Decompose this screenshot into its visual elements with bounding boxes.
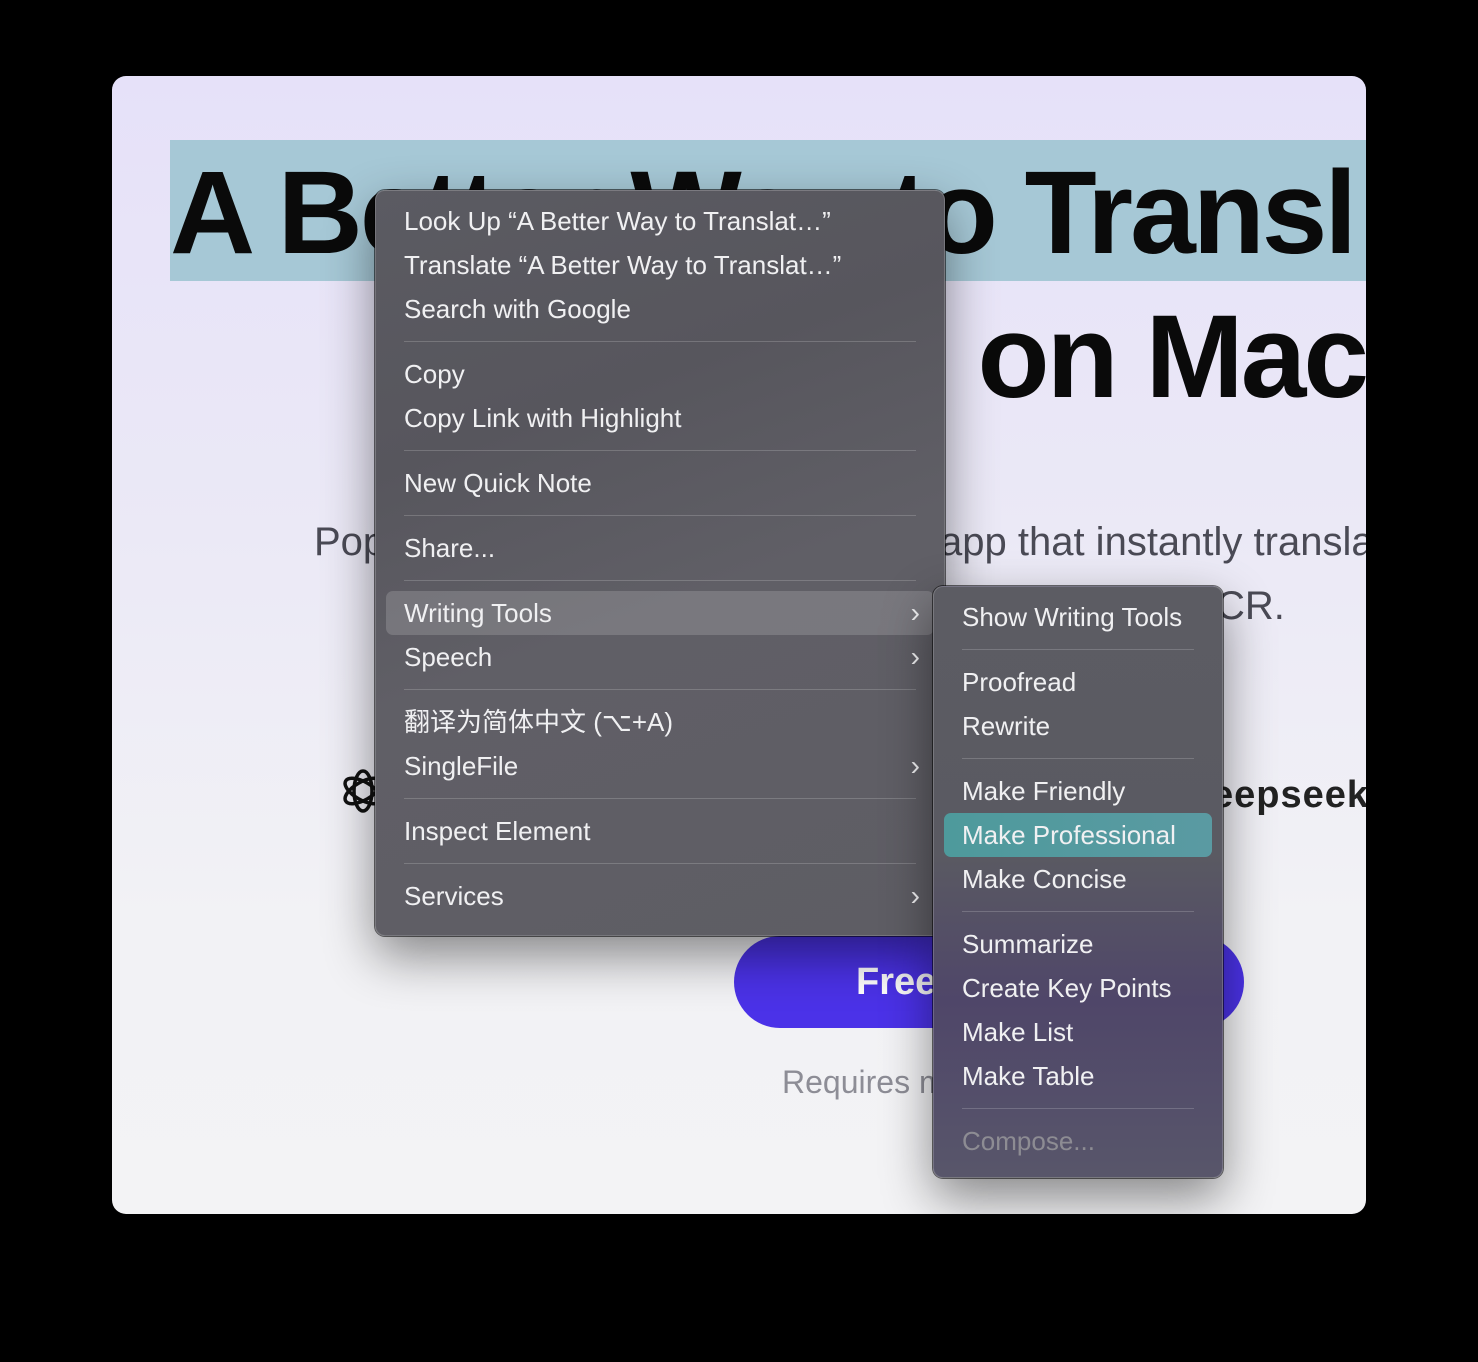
menu-separator xyxy=(962,911,1194,912)
chevron-right-icon: › xyxy=(910,641,920,672)
menu-item-copy[interactable]: Copy xyxy=(386,352,934,396)
chevron-right-icon: › xyxy=(910,880,920,911)
menu-item-proofread[interactable]: Proofread xyxy=(944,660,1212,704)
menu-separator xyxy=(962,1108,1194,1109)
menu-separator xyxy=(404,863,916,864)
menu-item-inspect-element[interactable]: Inspect Element xyxy=(386,809,934,853)
menu-item-writing-tools[interactable]: Writing Tools › xyxy=(386,591,934,635)
menu-item-translate-chinese[interactable]: 翻译为简体中文 (⌥+A) xyxy=(386,700,934,744)
menu-item-label: Services xyxy=(404,881,504,911)
menu-item-show-writing-tools[interactable]: Show Writing Tools xyxy=(944,595,1212,639)
menu-item-label: Writing Tools xyxy=(404,598,552,628)
chevron-right-icon: › xyxy=(910,597,920,628)
menu-item-summarize[interactable]: Summarize xyxy=(944,922,1212,966)
menu-item-new-quick-note[interactable]: New Quick Note xyxy=(386,461,934,505)
menu-item-search-google[interactable]: Search with Google xyxy=(386,287,934,331)
menu-item-make-friendly[interactable]: Make Friendly xyxy=(944,769,1212,813)
writing-tools-submenu: Show Writing Tools Proofread Rewrite Mak… xyxy=(933,586,1223,1178)
menu-item-make-list[interactable]: Make List xyxy=(944,1010,1212,1054)
deepseek-logo-text: eepseek xyxy=(1212,774,1366,816)
menu-separator xyxy=(404,798,916,799)
menu-separator xyxy=(404,450,916,451)
menu-item-make-professional[interactable]: Make Professional xyxy=(944,813,1212,857)
menu-item-compose: Compose... xyxy=(962,1126,1095,1156)
menu-item-label: Speech xyxy=(404,642,493,672)
menu-item-rewrite[interactable]: Rewrite xyxy=(944,704,1212,748)
menu-item-translate[interactable]: Translate “A Better Way to Translat…” xyxy=(386,243,934,287)
menu-separator xyxy=(404,689,916,690)
menu-item-singlefile[interactable]: SingleFile › xyxy=(386,744,934,788)
subtitle-line2: CR. xyxy=(1216,584,1285,628)
menu-item-make-table[interactable]: Make Table xyxy=(944,1054,1212,1098)
menu-item-label: SingleFile xyxy=(404,751,519,781)
subtitle-line1: app that instantly transla xyxy=(940,520,1366,564)
menu-item-services[interactable]: Services › xyxy=(386,874,934,918)
menu-separator xyxy=(404,580,916,581)
menu-item-speech[interactable]: Speech › xyxy=(386,635,934,679)
chevron-right-icon: › xyxy=(910,750,920,781)
menu-item-create-key-points[interactable]: Create Key Points xyxy=(944,966,1212,1010)
menu-separator xyxy=(962,649,1194,650)
menu-item-copy-link-highlight[interactable]: Copy Link with Highlight xyxy=(386,396,934,440)
menu-item-make-concise[interactable]: Make Concise xyxy=(944,857,1212,901)
menu-item-share[interactable]: Share... xyxy=(386,526,934,570)
menu-separator xyxy=(962,758,1194,759)
requirements-text: Requires m xyxy=(782,1064,946,1100)
menu-separator xyxy=(404,341,916,342)
menu-item-look-up[interactable]: Look Up “A Better Way to Translat…” xyxy=(386,199,934,243)
menu-separator xyxy=(404,515,916,516)
context-menu: Look Up “A Better Way to Translat…” Tran… xyxy=(375,190,945,936)
